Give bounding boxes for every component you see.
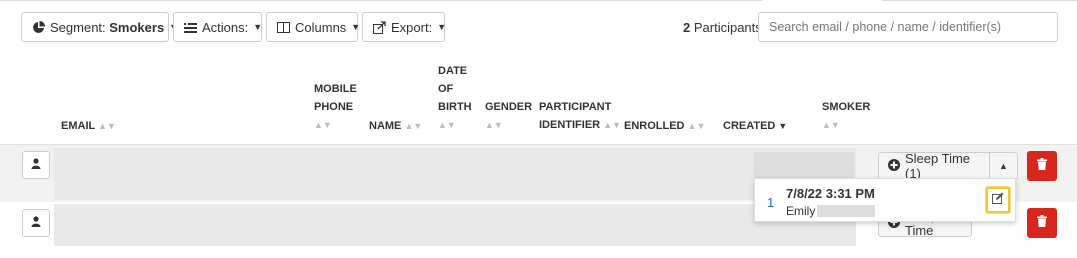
column-header-smoker[interactable]: SMOKER ▲▼ bbox=[822, 98, 870, 134]
redacted-author-surname bbox=[817, 205, 875, 217]
column-header-gender[interactable]: GENDER ▲▼ bbox=[485, 98, 532, 134]
entry-datetime: 7/8/22 3:31 PM bbox=[786, 186, 875, 201]
sort-icon: ▲▼ bbox=[438, 120, 456, 130]
entry-author: Emily bbox=[786, 204, 816, 218]
view-participant-button[interactable] bbox=[22, 151, 50, 179]
view-participant-button[interactable] bbox=[22, 209, 50, 237]
redacted-row-data bbox=[54, 204, 856, 246]
list-icon bbox=[184, 21, 197, 34]
chevron-down-icon: ▼ bbox=[253, 22, 263, 32]
actions-label: Actions: bbox=[202, 19, 249, 35]
sleep-time-collapse-toggle[interactable]: ▲ bbox=[990, 152, 1018, 180]
edit-icon bbox=[992, 191, 1004, 209]
export-label: Export: bbox=[391, 19, 433, 35]
sort-icon: ▲▼ bbox=[822, 120, 840, 130]
chevron-down-icon: ▼ bbox=[437, 22, 447, 32]
segment-dropdown[interactable]: Segment: Smokers ▼ bbox=[21, 12, 178, 42]
delete-participant-button[interactable] bbox=[1027, 208, 1057, 238]
trash-icon bbox=[1037, 214, 1047, 232]
actions-dropdown[interactable]: Actions: ▼ bbox=[173, 12, 262, 42]
plus-circle-icon bbox=[888, 158, 900, 174]
sort-icon: ▲▼ bbox=[98, 121, 116, 131]
redacted-created-value bbox=[754, 152, 854, 180]
sort-desc-icon: ▼ bbox=[778, 121, 788, 131]
export-icon bbox=[373, 20, 386, 34]
sort-icon: ▲▼ bbox=[404, 121, 423, 131]
columns-label: Columns bbox=[295, 19, 347, 35]
user-icon bbox=[31, 156, 41, 174]
sort-icon: ▲▼ bbox=[603, 120, 622, 130]
sleep-time-button[interactable]: Sleep Time (1) bbox=[878, 151, 990, 181]
column-header-mobile-phone[interactable]: MOBILE PHONE ▲▼ bbox=[314, 80, 357, 134]
delete-participant-button[interactable] bbox=[1027, 151, 1057, 181]
column-header-email[interactable]: EMAIL ▲▼ bbox=[61, 117, 116, 135]
sort-icon: ▲▼ bbox=[687, 121, 706, 131]
trash-icon bbox=[1037, 157, 1047, 175]
column-header-name[interactable]: NAME ▲▼ bbox=[369, 117, 422, 135]
caret-up-icon: ▲ bbox=[999, 161, 1008, 171]
column-header-date-of-birth[interactable]: DATE OF BIRTH ▲▼ bbox=[438, 62, 472, 134]
column-header-participant-identifier[interactable]: PARTICIPANT IDENTIFIER ▲▼ bbox=[539, 98, 621, 134]
sleep-time-label: Sleep Time (1) bbox=[905, 151, 971, 181]
column-header-enrolled[interactable]: ENROLLED ▲▼ bbox=[624, 117, 705, 135]
sort-icon: ▲▼ bbox=[314, 120, 332, 130]
participant-count: 2 Participants bbox=[683, 20, 762, 35]
entry-index: 1 bbox=[767, 195, 775, 210]
pie-chart-icon bbox=[32, 20, 45, 34]
chevron-down-icon: ▼ bbox=[351, 22, 361, 32]
edit-entry-button[interactable] bbox=[986, 187, 1010, 213]
redacted-row-data bbox=[54, 148, 856, 200]
segment-label: Segment: Smokers bbox=[50, 19, 165, 35]
columns-icon bbox=[277, 21, 290, 34]
column-header-created[interactable]: CREATED ▼ bbox=[723, 117, 787, 135]
export-dropdown[interactable]: Export: ▼ bbox=[362, 12, 447, 42]
user-icon bbox=[31, 214, 41, 232]
top-divider-right bbox=[882, 0, 1077, 1]
sleep-time-entries-popup: 1 7/8/22 3:31 PM Emily bbox=[754, 178, 1016, 222]
top-divider bbox=[0, 0, 762, 1]
columns-dropdown[interactable]: Columns ▼ bbox=[266, 12, 361, 42]
sort-icon: ▲▼ bbox=[485, 120, 503, 130]
search-input[interactable] bbox=[758, 12, 1058, 42]
